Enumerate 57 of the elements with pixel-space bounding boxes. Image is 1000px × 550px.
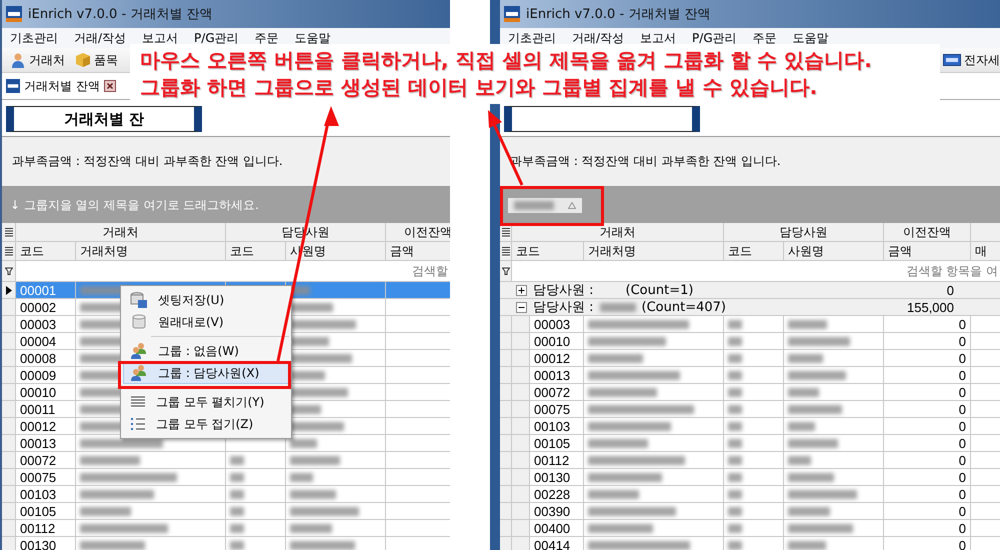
table-cell: 00400: [530, 520, 584, 536]
group-total: 155,000: [906, 300, 955, 314]
window-title: iEnrich v7.0.0 - 거래처별 잔액: [526, 6, 710, 23]
table-cell: 0: [884, 520, 971, 536]
table-cell: 00010: [530, 333, 584, 349]
group-label: 담당사원 :: [533, 299, 594, 316]
table-cell: 0: [884, 486, 971, 502]
table-cell: 00103: [530, 418, 584, 434]
table-cell: 0: [884, 367, 971, 383]
table-cell: 0: [884, 537, 971, 550]
table-cell: 00013: [530, 367, 584, 383]
table-cell: 00075: [530, 401, 584, 417]
table-cell: 0: [884, 384, 971, 400]
description-text: 과부족금액 : 적정잔액 대비 과부족한 잔액 입니다.: [12, 153, 283, 170]
table-cell: 00003: [530, 316, 584, 332]
table-cell: 00012: [16, 418, 76, 434]
table-cell: 00003: [16, 316, 76, 332]
table-cell: 00112: [16, 520, 76, 536]
window-title: iEnrich v7.0.0 - 거래처별 잔액: [28, 6, 212, 23]
table-cell: 00004: [16, 333, 76, 349]
table-cell: 00130: [530, 469, 584, 485]
table-cell: 00012: [530, 350, 584, 366]
table-cell: 00072: [16, 452, 76, 468]
table-cell: 0: [884, 435, 971, 451]
annotation-text: 그룹화 하면 그룹으로 생성된 데이터 보기와 그룹별 집계를 낼 수 있습니다.: [140, 74, 818, 101]
table-cell: 0: [884, 418, 971, 434]
table-cell: 0: [884, 401, 971, 417]
table-cell: 00010: [16, 384, 76, 400]
table-cell: 00075: [16, 469, 76, 485]
table-cell: 00011: [16, 401, 76, 417]
table-cell: 00130: [16, 537, 76, 550]
annotation-text: 마우스 오른쪽 버튼을 클릭하거나, 직접 셀의 제목을 옮겨 그룹화 할 수 있습니다.: [140, 47, 872, 74]
table-cell: 00414: [530, 537, 584, 550]
table-cell: 0: [884, 333, 971, 349]
table-cell: 00072: [530, 384, 584, 400]
table-cell: 00105: [530, 435, 584, 451]
table-cell: 00002: [16, 299, 76, 315]
group-panel-hint: ↓ 그룹지을 열의 제목을 여기로 드래그하세요.: [10, 196, 259, 214]
group-total: 0: [946, 282, 955, 298]
table-cell: 00001: [16, 282, 76, 298]
group-count: (Count=407): [642, 300, 726, 314]
table-cell: 00103: [16, 486, 76, 502]
table-cell: 0: [884, 350, 971, 366]
report-title: 거래처별 잔: [6, 106, 202, 132]
table-cell: 0: [884, 452, 971, 468]
table-cell: 00105: [16, 503, 76, 519]
table-cell: 00390: [530, 503, 584, 519]
group-count: (Count=1): [626, 282, 694, 298]
table-cell: 00228: [530, 486, 584, 502]
table-cell: 00008: [16, 350, 76, 366]
group-label: 담당사원 :: [533, 282, 594, 299]
table-cell: 00112: [530, 452, 584, 468]
table-cell: 0: [884, 469, 971, 485]
table-cell: 0: [884, 503, 971, 519]
table-cell: 0: [884, 316, 971, 332]
table-cell: 00009: [16, 367, 76, 383]
table-cell: 00013: [16, 435, 76, 451]
